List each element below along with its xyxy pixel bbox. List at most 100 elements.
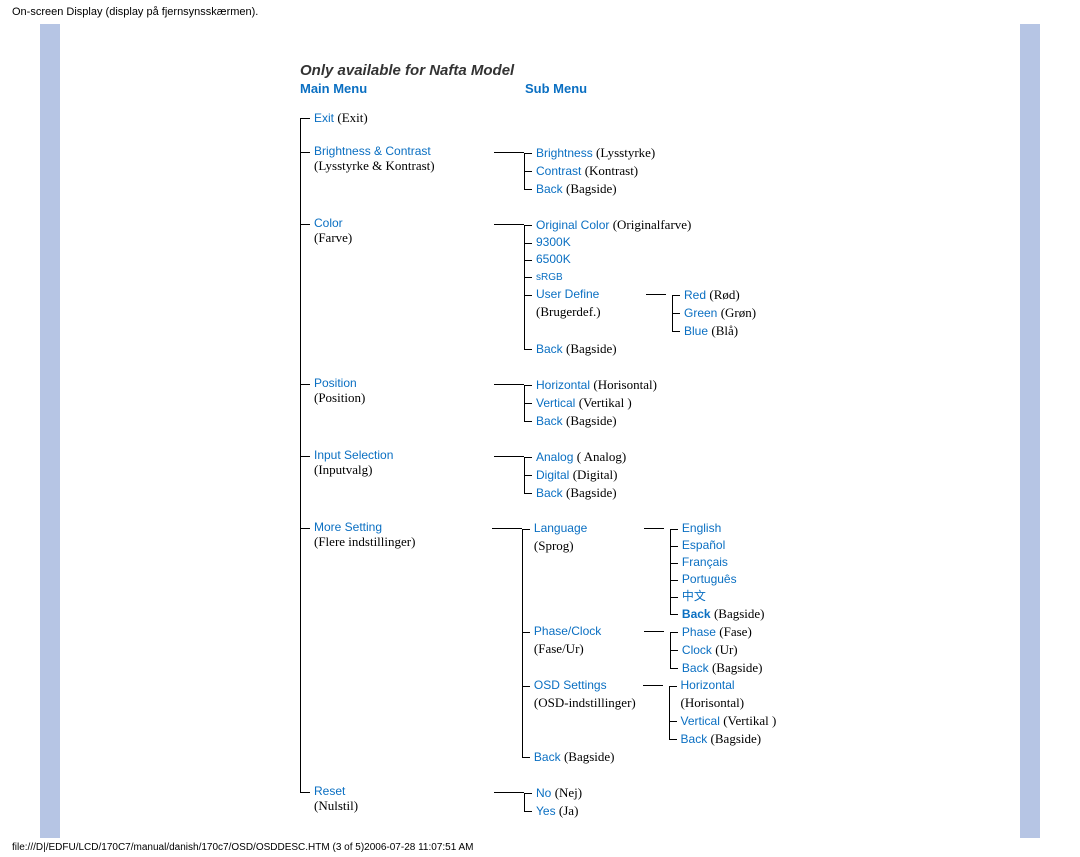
sub-item: 9300K (524, 234, 756, 251)
sub-label: 6500K (536, 252, 571, 266)
main-label-wrap: Color(Farve) (314, 216, 494, 246)
page-header: On-screen Display (display på fjernsynss… (0, 0, 1080, 24)
sub-item: Back (Bagside) (524, 340, 756, 358)
main-item-color: Color(Farve) Original Color (Originalfarv… (300, 216, 800, 358)
sub-item: Phase/Clock(Fase/Ur)Phase (Fase)Clock (U… (522, 623, 800, 677)
level3: Horizontal (Horisontal)Vertical (Vertika… (669, 677, 801, 748)
sub-paren: (Horisontal) (681, 695, 745, 710)
sub-item: Vertical (Vertikal ) (524, 394, 657, 412)
sub-label: Español (682, 538, 725, 552)
sub-paren: (Ur) (715, 642, 737, 657)
sub-label: Phase/Clock (534, 624, 601, 638)
sub-paren: (Bagside) (566, 485, 617, 500)
sub-paren: (Brugerdef.) (536, 304, 601, 319)
tree: Exit (Exit) Brightness & Contrast(Lysstyr… (300, 110, 800, 820)
sub-label: Brightness (536, 146, 593, 160)
main-label-wrap: Input Selection(Inputvalg) (314, 448, 494, 478)
main-item-exit: Exit (Exit) (300, 110, 800, 126)
sub-item: Analog ( Analog) (524, 448, 626, 466)
sub-column: Language(Sprog)EnglishEspañolFrançaisPor… (522, 520, 800, 766)
sub-label: Back (536, 182, 563, 196)
sub-paren: ( Analog) (577, 449, 626, 464)
main-label: Reset (314, 784, 345, 798)
sub-label: Analog (536, 450, 573, 464)
sub-item: Back (Bagside) (669, 730, 801, 748)
main-label-wrap: More Setting(Flere indstillinger) (314, 520, 492, 550)
sub-label: 中文 (682, 589, 706, 603)
sub-item: Clock (Ur) (670, 641, 763, 659)
sub-label: Français (682, 555, 728, 569)
sub-paren: (Digital) (573, 467, 618, 482)
main-label-wrap: Position(Position) (314, 376, 494, 406)
sub-item: Back (Bagside) (670, 605, 765, 623)
sub-paren: (Bagside) (566, 181, 617, 196)
connector (494, 152, 524, 153)
sub-item: Français (670, 554, 765, 571)
sub-paren: (Kontrast) (585, 163, 638, 178)
sub-label: Digital (536, 468, 569, 482)
sub-paren: (Bagside) (564, 749, 615, 764)
sub-paren: (Bagside) (566, 413, 617, 428)
sub-label: Back (682, 607, 711, 621)
sub-column: Analog ( Analog)Digital (Digital)Back (B… (524, 448, 626, 502)
sub-paren: (OSD-indstillinger) (534, 695, 636, 710)
sub-item: Back (Bagside) (524, 484, 626, 502)
sub-menu-header: Sub Menu (525, 81, 587, 96)
sub-label: sRGB (536, 272, 563, 283)
main-label: Input Selection (314, 448, 393, 462)
sub-item: Yes (Ja) (524, 802, 582, 820)
sub-item: Back (Bagside) (670, 659, 763, 677)
sub-column: Horizontal (Horisontal)Vertical (Vertika… (669, 677, 801, 748)
sub-item: OSD Settings(OSD-indstillinger)Horizonta… (522, 677, 800, 748)
page-footer: file:///D|/EDFU/LCD/170C7/manual/danish/… (0, 838, 1080, 857)
sub-paren: (Rød) (709, 287, 739, 302)
right-margin-bar (1020, 24, 1040, 838)
sub-item: Phase (Fase) (670, 623, 763, 641)
connector (492, 528, 522, 529)
sub-label: Contrast (536, 164, 581, 178)
sub-label: Back (536, 342, 563, 356)
sub-item: 6500K (524, 251, 756, 268)
sub-label: Language (534, 521, 587, 535)
sub-paren: (Nej) (555, 785, 582, 800)
sub-label: Back (536, 486, 563, 500)
sub-paren: (Grøn) (721, 305, 756, 320)
sub-paren: (Bagside) (711, 731, 762, 746)
sub-item: Português (670, 571, 765, 588)
sub-item: Back (Bagside) (524, 412, 657, 430)
sub-paren: (Horisontal) (593, 377, 657, 392)
main-paren: (Farve) (314, 230, 352, 245)
sub-item: Horizontal (Horisontal) (524, 376, 657, 394)
sub-paren: (Vertikal ) (723, 713, 776, 728)
sub-item: Digital (Digital) (524, 466, 626, 484)
level3: Phase (Fase)Clock (Ur)Back (Bagside) (670, 623, 763, 677)
sub-label: User Define (536, 287, 599, 301)
sub-item: Español (670, 537, 765, 554)
sub-item: Back (Bagside) (524, 180, 655, 198)
sub-column: Red (Rød)Green (Grøn)Blue (Blå) (672, 286, 756, 340)
model-note: Only available for Nafta Model (300, 62, 800, 79)
sub-label: No (536, 786, 551, 800)
sub-label: Back (682, 661, 709, 675)
main-paren: (Lysstyrke & Kontrast) (314, 158, 435, 173)
main-label-wrap: Brightness & Contrast(Lysstyrke & Kontra… (314, 144, 494, 174)
level3: Red (Rød)Green (Grøn)Blue (Blå) (672, 286, 756, 340)
sub-item: Language(Sprog)EnglishEspañolFrançaisPor… (522, 520, 800, 623)
sub-column: Original Color (Originalfarve) 9300K 6500K… (524, 216, 756, 358)
sub-label: Back (534, 750, 561, 764)
sub-paren: (Sprog) (534, 538, 574, 553)
sub-label: Original Color (536, 218, 609, 232)
sub-label: Clock (682, 643, 712, 657)
sub-item: Horizontal (Horisontal) (669, 677, 801, 712)
sub-item: 中文 (670, 588, 765, 605)
main-item-bc: Brightness & Contrast(Lysstyrke & Kontra… (300, 144, 800, 198)
main-paren: (Exit) (337, 110, 367, 125)
sub-label: Horizontal (536, 378, 590, 392)
sub-paren: (Vertikal ) (579, 395, 632, 410)
main-item-reset: Reset(Nulstil)No (Nej)Yes (Ja) (300, 784, 800, 820)
sub-paren: (Blå) (711, 323, 738, 338)
sub-label: Red (684, 288, 706, 302)
sub-item: Vertical (Vertikal ) (669, 712, 801, 730)
sub-paren: (Originalfarve) (613, 217, 692, 232)
sub-label: 9300K (536, 235, 571, 249)
